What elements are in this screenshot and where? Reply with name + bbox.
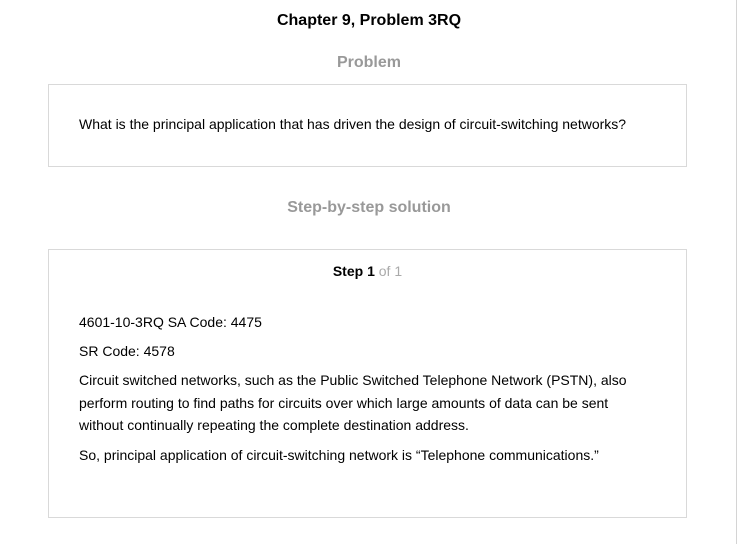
solution-heading: Step-by-step solution — [287, 199, 451, 216]
step-number: 1 — [367, 263, 375, 279]
step-of-label: of — [378, 263, 391, 279]
solution-body: 4601-10-3RQ SA Code: 4475 SR Code: 4578 … — [79, 311, 654, 473]
problem-text: What is the principal application that h… — [79, 116, 627, 132]
problem-panel: What is the principal application that h… — [48, 84, 687, 167]
step-total: 1 — [394, 263, 403, 279]
problem-heading: Problem — [336, 54, 401, 71]
solution-panel: Step 1 of 1 4601-10-3RQ SA Code: 4475 SR… — [48, 249, 687, 518]
explanation-paragraph: Circuit switched networks, such as the P… — [79, 372, 627, 433]
sa-code-line: 4601-10-3RQ SA Code: 4475 — [79, 314, 262, 330]
step-indicator: Step 1 of 1 — [49, 262, 686, 280]
sr-code-line: SR Code: 4578 — [79, 343, 175, 359]
conclusion-paragraph: So, principal application of circuit-swi… — [79, 446, 599, 463]
step-label: Step — [332, 263, 364, 279]
chapter-title: Chapter 9, Problem 3RQ — [276, 12, 462, 29]
page-edge-divider — [736, 0, 737, 544]
